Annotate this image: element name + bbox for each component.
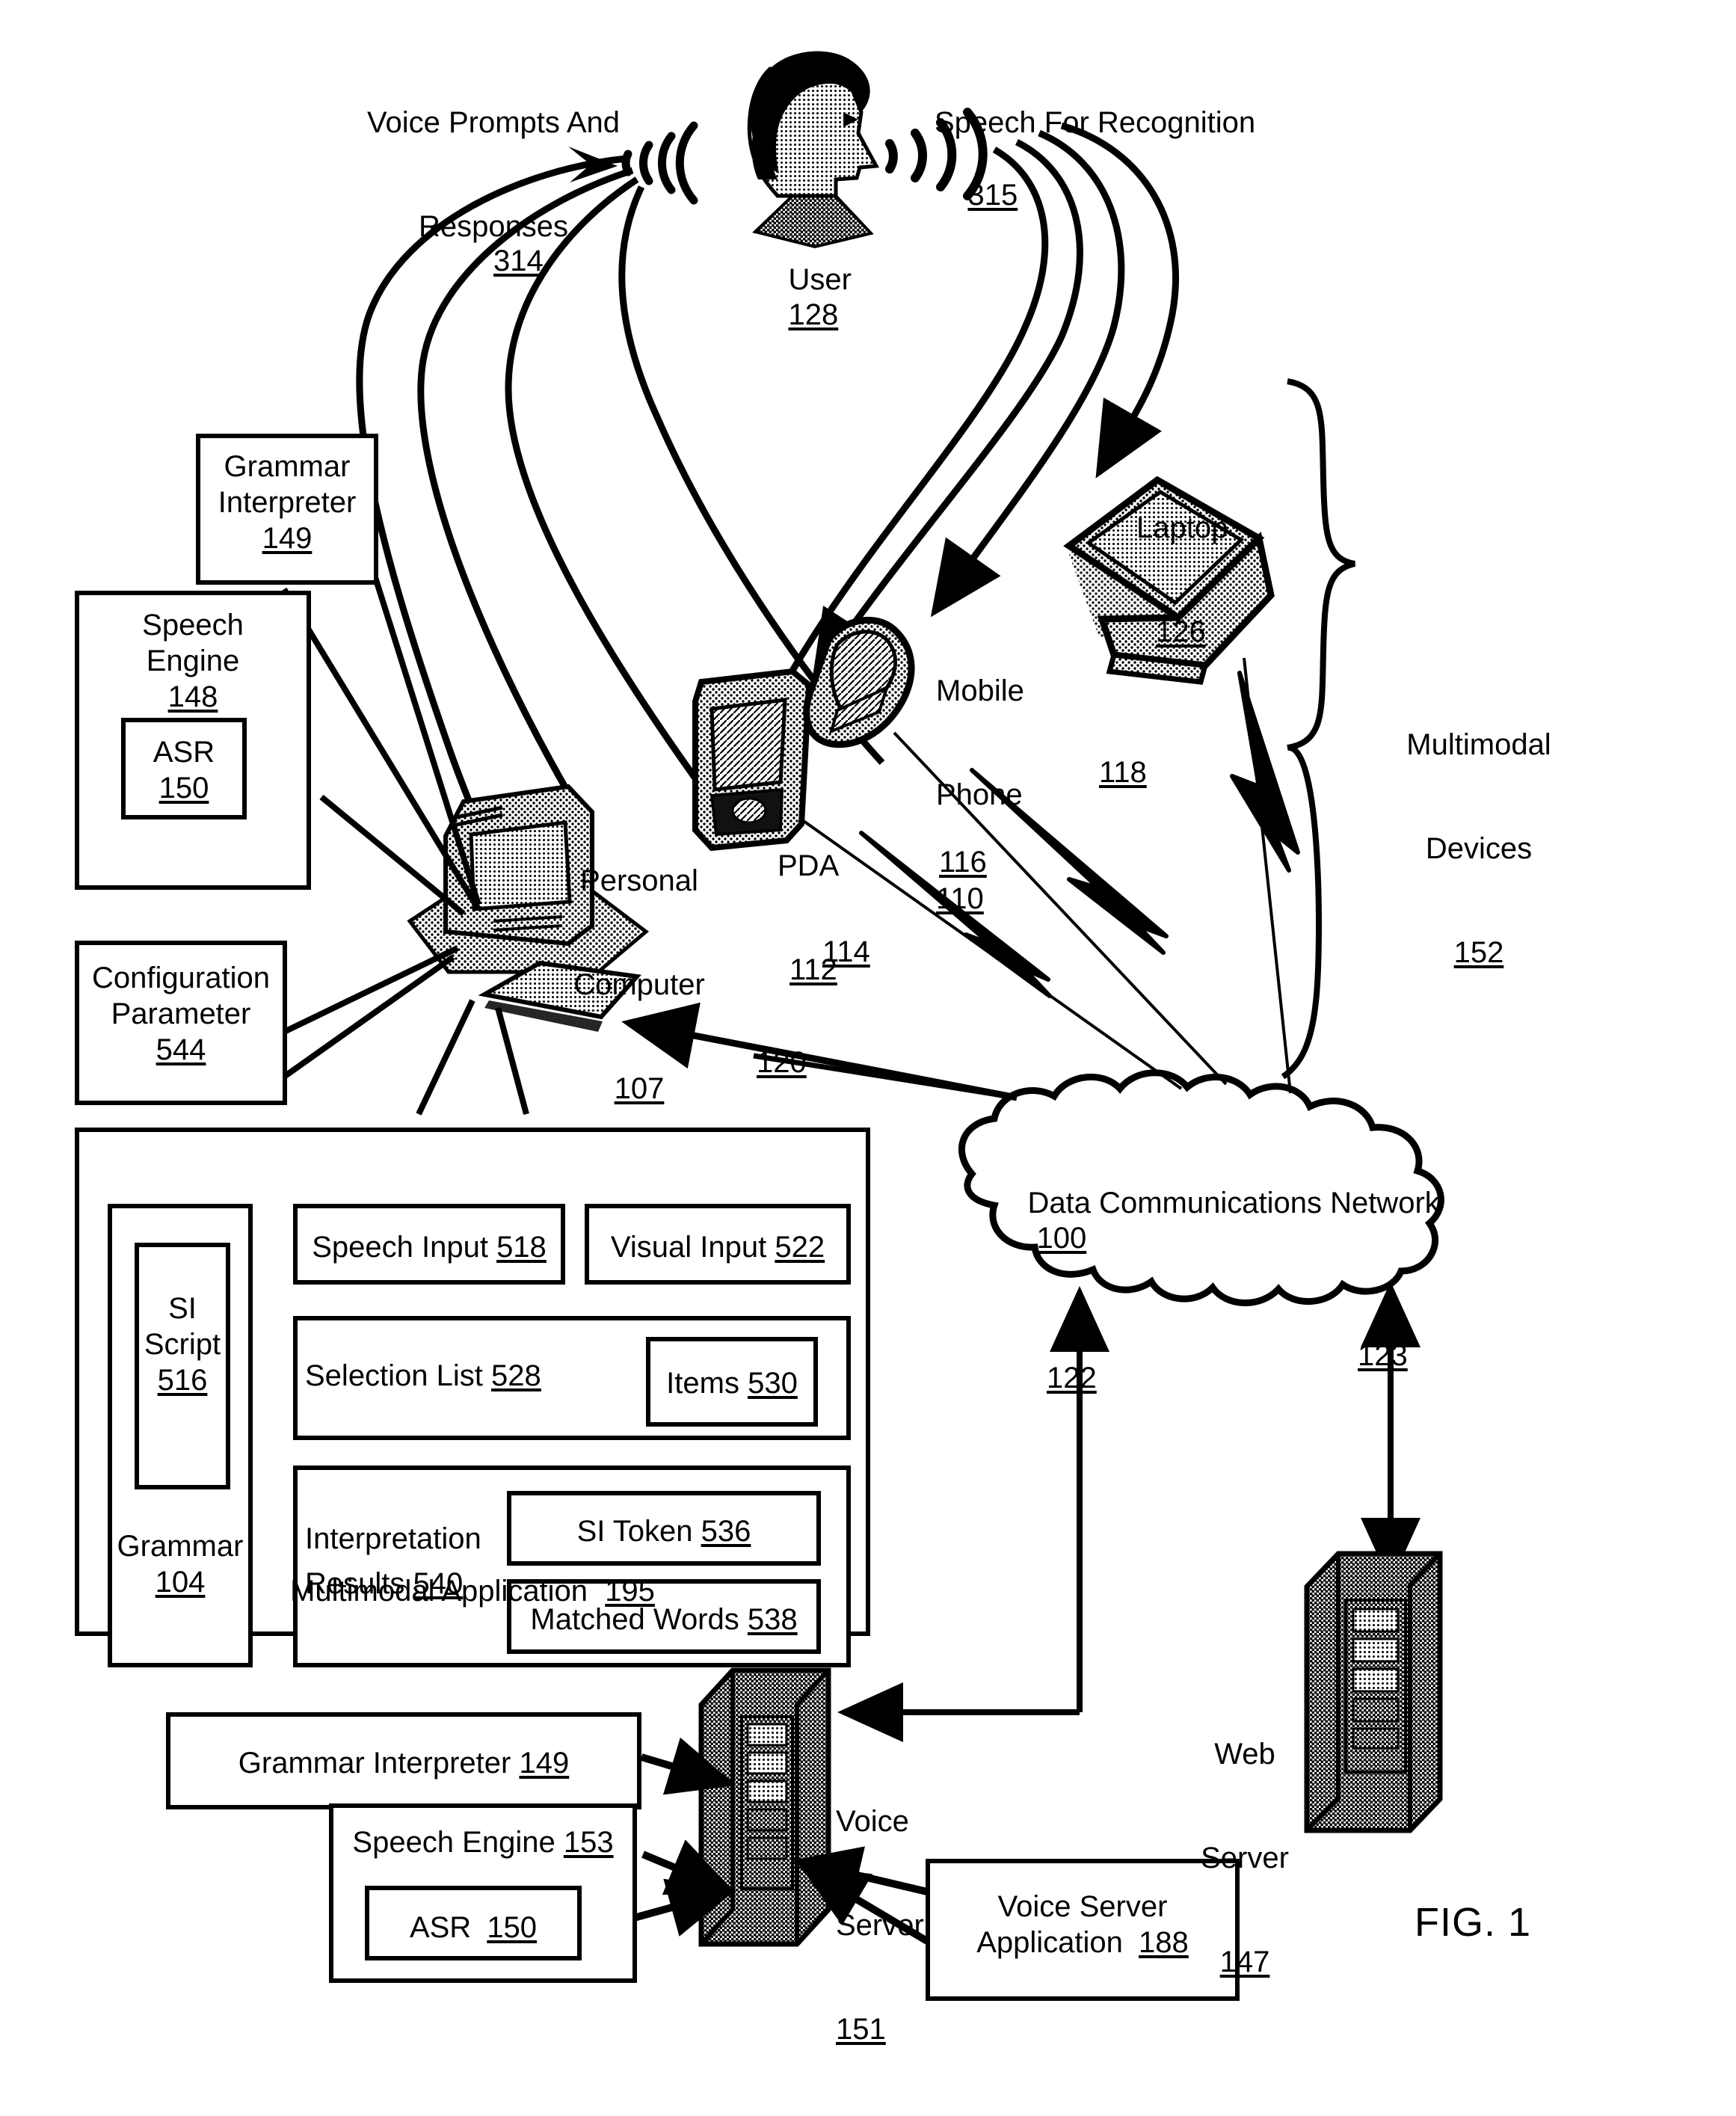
items-box[interactable]: Items 530: [646, 1337, 818, 1427]
configuration-parameter-box[interactable]: Configuration Parameter 544: [75, 941, 287, 1105]
user-head-icon: [747, 51, 880, 249]
speech-engine-box-text: Speech Engine 148: [142, 609, 244, 713]
link-ref-123: 123: [1358, 1339, 1408, 1372]
si-script-box[interactable]: SI Script 516: [135, 1243, 230, 1489]
link-ref-114: 114: [822, 935, 870, 968]
selection-list-box-text: Selection List 528: [305, 1359, 541, 1392]
user-label: User 128: [788, 263, 852, 331]
visual-input-box[interactable]: Visual Input 522: [585, 1204, 851, 1285]
selection-list-box[interactable]: Selection List 528 Items 530: [293, 1316, 851, 1440]
speech-recognition-annotation: Speech For Recognition 315: [935, 105, 1256, 212]
voice-server-icon: [698, 1667, 831, 1947]
mobile-phone-icon: [803, 616, 915, 748]
visual-input-box-text: Visual Input 522: [610, 1231, 825, 1264]
mobile-phone-label: Mobile Phone 110: [936, 674, 1024, 916]
speech-engine-box-bottom-text: Speech Engine 153: [352, 1826, 614, 1859]
configuration-parameter-box-text: Configuration Parameter 544: [92, 962, 270, 1066]
multimodal-devices-label: Multimodal Devices 152: [1406, 728, 1551, 970]
speech-engine-box[interactable]: Speech Engine 148 ASR 150: [75, 591, 311, 890]
figure-caption: FIG. 1: [1415, 1900, 1532, 1945]
link-ref-120: 120: [757, 1046, 807, 1079]
personal-computer-label: Personal Computer 107: [573, 864, 705, 1106]
link-ref-122: 122: [1047, 1362, 1097, 1394]
asr-box-bottom[interactable]: ASR 150: [365, 1886, 582, 1960]
si-token-box-text: SI Token 536: [576, 1515, 751, 1548]
web-server-icon: [1304, 1551, 1443, 1833]
interpretation-results-box[interactable]: Interpretation Results 540 SI Token 536 …: [293, 1465, 851, 1667]
si-script-box-text: SI Script 516: [144, 1292, 221, 1397]
pda-label: PDA 112: [778, 849, 840, 986]
asr-box-bottom-text: ASR 150: [409, 1911, 538, 1944]
asr-box-text: ASR 150: [153, 736, 215, 805]
speech-engine-box-bottom[interactable]: Speech Engine 153 ASR 150: [329, 1803, 637, 1983]
grammar-interpreter-box-bottom[interactable]: Grammar Interpreter 149: [166, 1712, 641, 1809]
grammar-interpreter-box-bottom-text: Grammar Interpreter 149: [238, 1747, 570, 1780]
asr-box[interactable]: ASR 150: [121, 718, 247, 819]
network-cloud-label: Data Communications Network 100: [1027, 1187, 1440, 1255]
si-token-box[interactable]: SI Token 536: [507, 1491, 821, 1566]
web-server-label: Web Server 147: [1201, 1737, 1289, 1979]
multimodal-devices-brace-icon: [1281, 378, 1355, 1080]
speech-input-box-text: Speech Input 518: [312, 1231, 547, 1264]
items-box-text: Items 530: [666, 1367, 798, 1400]
grammar-interpreter-box-top[interactable]: Grammar Interpreter 149: [196, 434, 378, 585]
patent-figure-canvas: Voice Prompts And Responses 314 Speech F…: [0, 0, 1736, 2076]
link-ref-118: 118: [1099, 756, 1147, 789]
laptop-label: Laptop 126: [1136, 511, 1228, 648]
voice-prompts-annotation: Voice Prompts And Responses 314: [367, 105, 620, 278]
speech-input-box[interactable]: Speech Input 518: [293, 1204, 565, 1285]
grammar-interpreter-box-top-text: Grammar Interpreter 149: [218, 450, 357, 555]
multimodal-application-title: Multimodal Application 195: [290, 1575, 655, 1608]
link-ref-116: 116: [939, 846, 987, 879]
voice-server-label: Voice Server 151: [836, 1804, 924, 2046]
multimodal-application-box[interactable]: SI Script 516 Grammar 104 Speech Input 5…: [75, 1128, 870, 1667]
